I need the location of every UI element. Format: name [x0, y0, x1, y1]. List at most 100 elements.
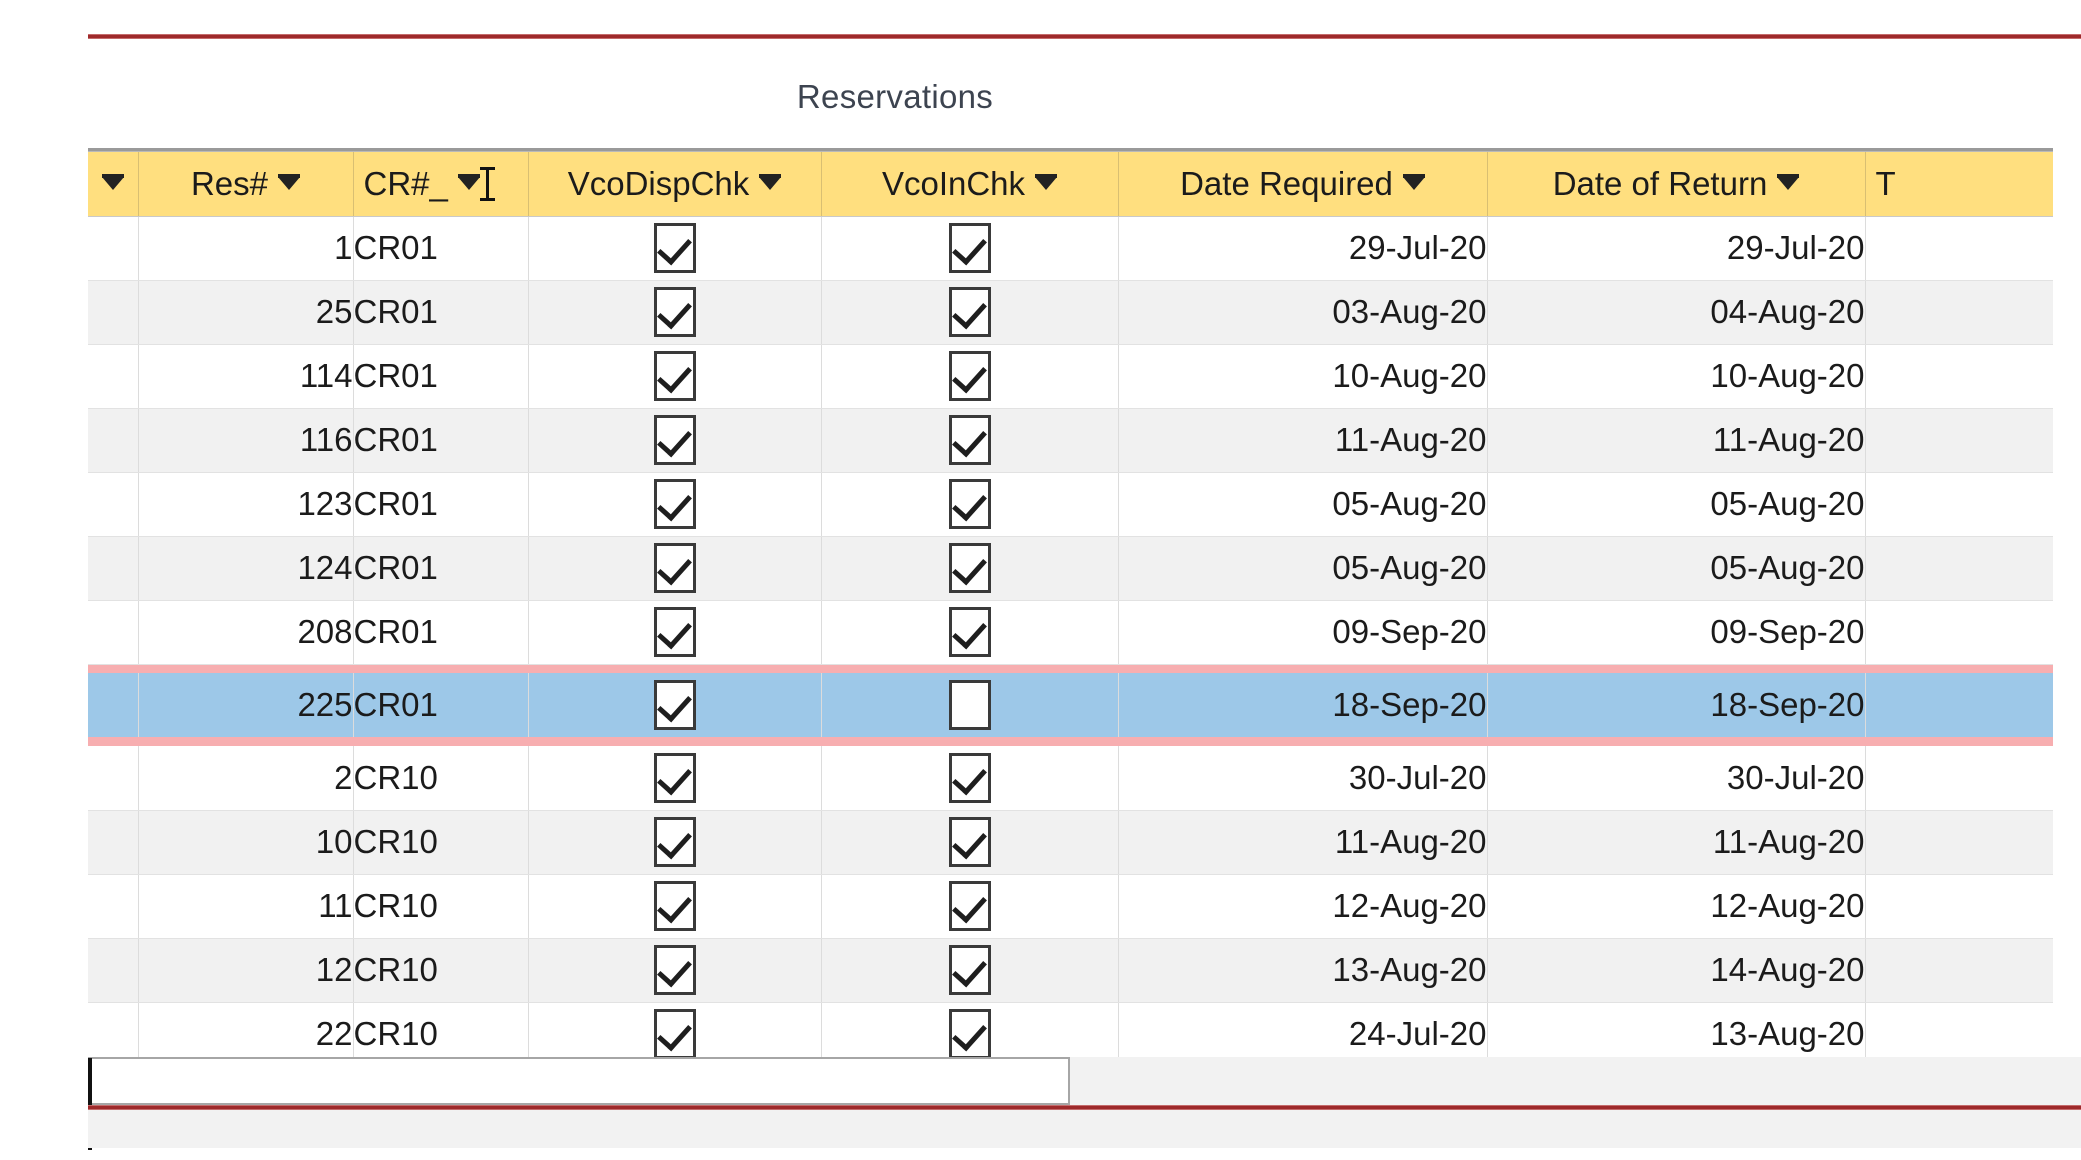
row-selector-cell[interactable]	[88, 216, 139, 281]
checkbox-checked-icon[interactable]	[653, 1009, 696, 1059]
date-required-cell[interactable]: 29-Jul-20	[1118, 216, 1488, 281]
vcoinchk-cell[interactable]	[821, 536, 1119, 601]
date-of-return-cell[interactable]: 18-Sep-20	[1487, 673, 1866, 737]
vcodispchk-cell[interactable]	[528, 536, 822, 601]
res-number-cell[interactable]: 116	[138, 408, 354, 473]
checkbox-checked-icon[interactable]	[653, 287, 696, 337]
vcoinchk-cell[interactable]	[821, 344, 1119, 409]
checkbox-checked-icon[interactable]	[653, 543, 696, 593]
vcoinchk-cell[interactable]	[821, 673, 1119, 737]
column-header-res[interactable]: Res#	[138, 152, 354, 217]
res-number-cell[interactable]: 225	[138, 673, 354, 737]
vcodispchk-cell[interactable]	[528, 938, 822, 1003]
filter-dropdown-icon[interactable]	[457, 174, 480, 191]
date-of-return-cell[interactable]: 14-Aug-20	[1487, 938, 1866, 1003]
checkbox-checked-icon[interactable]	[653, 607, 696, 657]
date-required-cell[interactable]: 11-Aug-20	[1118, 810, 1488, 875]
vcoinchk-cell[interactable]	[821, 472, 1119, 537]
vcoinchk-cell[interactable]	[821, 408, 1119, 473]
res-number-cell[interactable]: 12	[138, 938, 354, 1003]
row-selector-cell[interactable]	[88, 874, 139, 939]
cr-number-cell[interactable]: CR01	[353, 344, 529, 409]
cr-number-cell[interactable]: CR10	[353, 874, 529, 939]
table-row[interactable]: 124 CR01 05-Aug-20 05-Aug-20	[88, 536, 2053, 601]
date-required-cell[interactable]: 11-Aug-20	[1118, 408, 1488, 473]
checkbox-checked-icon[interactable]	[948, 223, 991, 273]
checkbox-checked-icon[interactable]	[653, 817, 696, 867]
res-number-cell[interactable]: 114	[138, 344, 354, 409]
row-selector-cell[interactable]	[88, 536, 139, 601]
row-selector-cell[interactable]	[88, 746, 139, 811]
filter-dropdown-icon[interactable]	[759, 174, 782, 191]
date-of-return-cell[interactable]: 11-Aug-20	[1487, 408, 1866, 473]
date-of-return-cell[interactable]: 10-Aug-20	[1487, 344, 1866, 409]
res-number-cell[interactable]: 2	[138, 746, 354, 811]
filter-dropdown-icon[interactable]	[101, 174, 124, 191]
cr-number-cell[interactable]: CR01	[353, 673, 529, 737]
row-selector-cell[interactable]	[88, 280, 139, 345]
row-selector-cell[interactable]	[88, 810, 139, 875]
date-required-cell[interactable]: 05-Aug-20	[1118, 536, 1488, 601]
res-number-cell[interactable]: 124	[138, 536, 354, 601]
vcodispchk-cell[interactable]	[528, 874, 822, 939]
table-row[interactable]: 114 CR01 10-Aug-20 10-Aug-20	[88, 344, 2053, 409]
date-required-cell[interactable]: 18-Sep-20	[1118, 673, 1488, 737]
vcoinchk-cell[interactable]	[821, 746, 1119, 811]
table-row[interactable]: 208 CR01 09-Sep-20 09-Sep-20	[88, 600, 2053, 665]
checkbox-checked-icon[interactable]	[948, 881, 991, 931]
table-row[interactable]: 11 CR10 12-Aug-20 12-Aug-20	[88, 874, 2053, 939]
filter-dropdown-icon[interactable]	[1035, 174, 1058, 191]
cr-number-cell[interactable]: CR01	[353, 536, 529, 601]
cr-number-cell[interactable]: CR01	[353, 280, 529, 345]
cr-number-cell[interactable]: CR01	[353, 216, 529, 281]
checkbox-checked-icon[interactable]	[948, 1009, 991, 1059]
table-row[interactable]: 116 CR01 11-Aug-20 11-Aug-20	[88, 408, 2053, 473]
column-header-ret[interactable]: Date of Return	[1487, 152, 1866, 217]
vcodispchk-cell[interactable]	[528, 600, 822, 665]
checkbox-checked-icon[interactable]	[653, 945, 696, 995]
row-selector-cell[interactable]	[88, 600, 139, 665]
cr-number-cell[interactable]: CR01	[353, 408, 529, 473]
date-of-return-cell[interactable]: 29-Jul-20	[1487, 216, 1866, 281]
vcodispchk-cell[interactable]	[528, 408, 822, 473]
cr-number-cell[interactable]: CR10	[353, 938, 529, 1003]
checkbox-checked-icon[interactable]	[653, 479, 696, 529]
res-number-cell[interactable]: 208	[138, 600, 354, 665]
res-number-cell[interactable]: 1	[138, 216, 354, 281]
date-of-return-cell[interactable]: 04-Aug-20	[1487, 280, 1866, 345]
table-row[interactable]: 2 CR10 30-Jul-20 30-Jul-20	[88, 746, 2053, 811]
row-selector-cell[interactable]	[88, 938, 139, 1003]
date-required-cell[interactable]: 30-Jul-20	[1118, 746, 1488, 811]
table-row[interactable]: 25 CR01 03-Aug-20 04-Aug-20	[88, 280, 2053, 345]
cr-number-cell[interactable]: CR10	[353, 810, 529, 875]
vcodispchk-cell[interactable]	[528, 746, 822, 811]
cr-number-cell[interactable]: CR10	[353, 746, 529, 811]
table-row[interactable]: 123 CR01 05-Aug-20 05-Aug-20	[88, 472, 2053, 537]
date-required-cell[interactable]: 12-Aug-20	[1118, 874, 1488, 939]
row-selector-cell[interactable]	[88, 673, 139, 737]
vcodispchk-cell[interactable]	[528, 280, 822, 345]
checkbox-unchecked-icon[interactable]	[948, 680, 991, 730]
date-of-return-cell[interactable]: 05-Aug-20	[1487, 472, 1866, 537]
res-number-cell[interactable]: 25	[138, 280, 354, 345]
date-required-cell[interactable]: 13-Aug-20	[1118, 938, 1488, 1003]
checkbox-checked-icon[interactable]	[653, 680, 696, 730]
table-row[interactable]: 1 CR01 29-Jul-20 29-Jul-20	[88, 216, 2053, 281]
checkbox-checked-icon[interactable]	[653, 752, 696, 803]
checkbox-checked-icon[interactable]	[948, 752, 991, 803]
checkbox-checked-icon[interactable]	[653, 415, 696, 465]
date-of-return-cell[interactable]: 11-Aug-20	[1487, 810, 1866, 875]
date-required-cell[interactable]: 03-Aug-20	[1118, 280, 1488, 345]
column-header-in[interactable]: VcoInChk	[821, 152, 1119, 217]
checkbox-checked-icon[interactable]	[948, 543, 991, 593]
checkbox-checked-icon[interactable]	[653, 881, 696, 931]
column-header-disp[interactable]: VcoDispChk	[528, 152, 822, 217]
checkbox-checked-icon[interactable]	[948, 415, 991, 465]
vcoinchk-cell[interactable]	[821, 874, 1119, 939]
vcodispchk-cell[interactable]	[528, 472, 822, 537]
vcodispchk-cell[interactable]	[528, 216, 822, 281]
vcoinchk-cell[interactable]	[821, 600, 1119, 665]
row-selector-cell[interactable]	[88, 472, 139, 537]
new-record-input[interactable]	[88, 1057, 1070, 1105]
vcoinchk-cell[interactable]	[821, 216, 1119, 281]
